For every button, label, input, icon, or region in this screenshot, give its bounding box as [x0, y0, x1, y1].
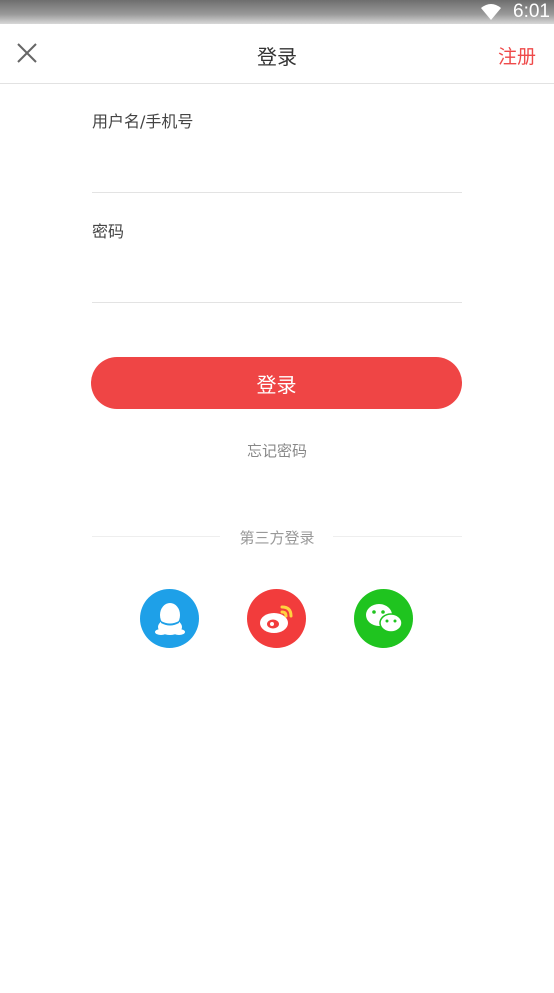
weibo-login-button[interactable] — [247, 589, 306, 648]
third-party-label: 第三方登录 — [239, 529, 315, 547]
wifi-icon — [481, 4, 501, 20]
password-input[interactable] — [92, 262, 462, 303]
username-label: 用户名/手机号 — [92, 112, 194, 131]
status-time: 6:01 — [513, 1, 550, 22]
password-label: 密码 — [92, 222, 125, 241]
wechat-login-button[interactable] — [354, 589, 413, 648]
status-bar: 6:01 — [0, 0, 554, 24]
login-button[interactable]: 登录 — [91, 357, 462, 409]
forgot-password-link[interactable]: 忘记密码 — [247, 442, 307, 460]
weibo-icon — [259, 605, 292, 633]
qq-login-button[interactable] — [140, 589, 199, 648]
page-title: 登录 — [257, 45, 297, 69]
qq-icon — [154, 602, 185, 635]
header: 登录 注册 — [0, 24, 554, 84]
wechat-icon — [365, 603, 403, 633]
register-button[interactable]: 注册 — [498, 42, 536, 69]
forgot-password-row: 忘记密码 — [0, 440, 554, 461]
username-input[interactable] — [92, 152, 462, 193]
